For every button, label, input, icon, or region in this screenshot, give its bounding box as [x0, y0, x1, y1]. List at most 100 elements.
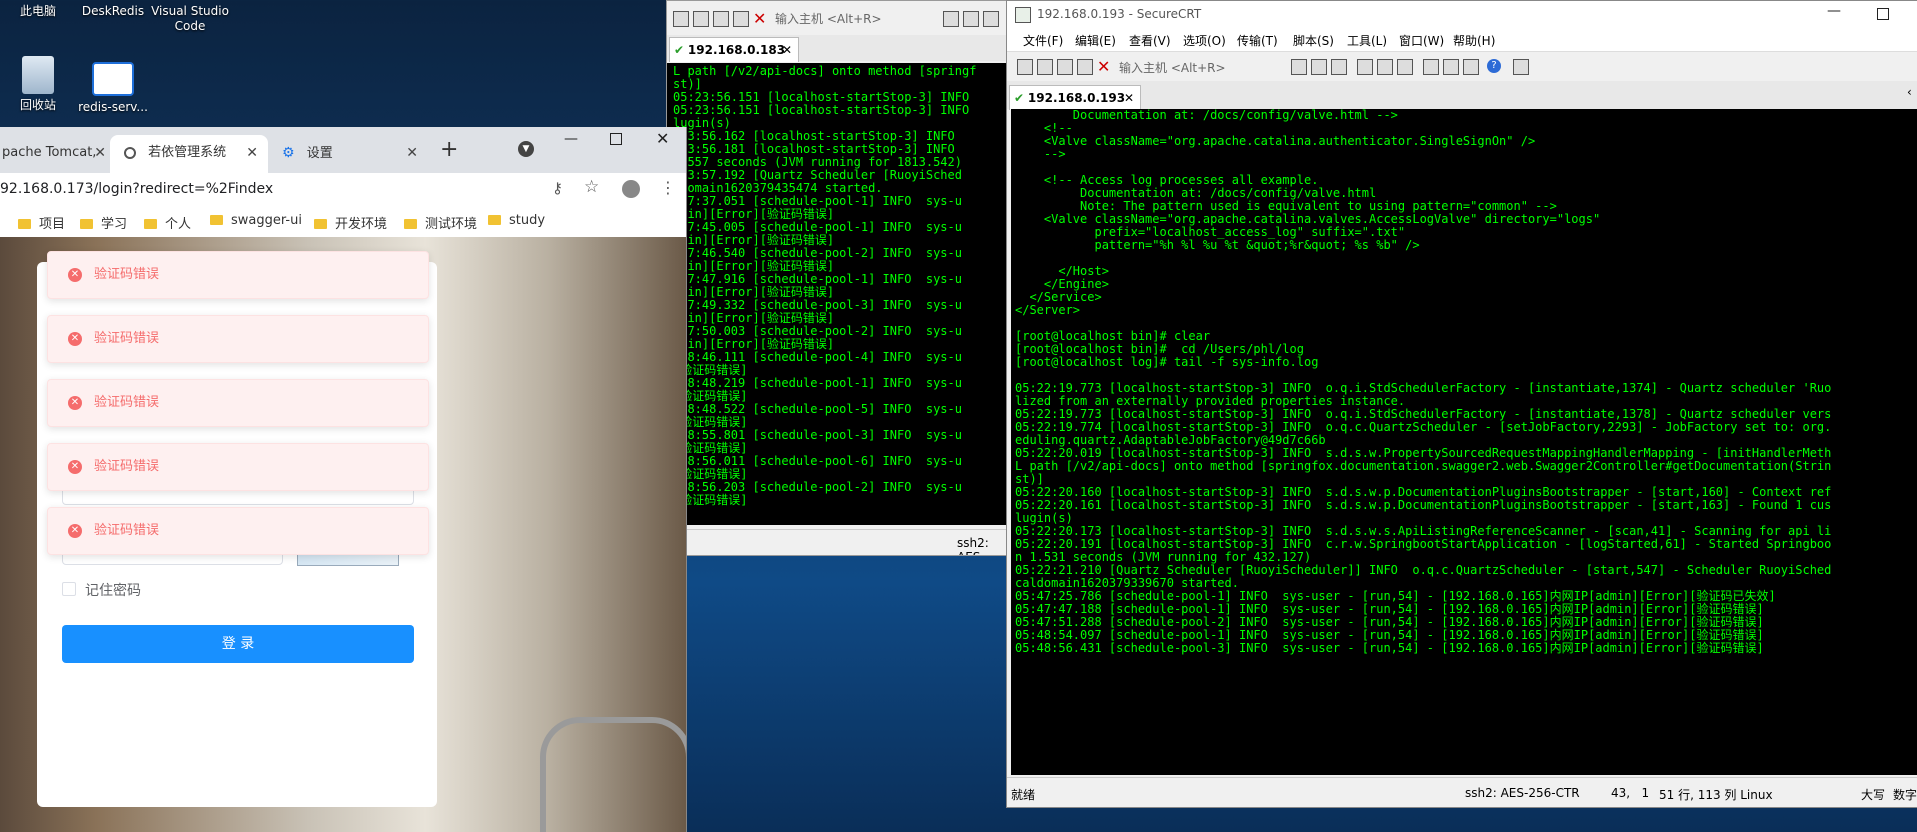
menu-transfer[interactable]: 传输(T)	[1237, 32, 1278, 49]
login-button[interactable]: 登 录	[62, 625, 414, 663]
host-input[interactable]: 输入主机 <Alt+R>	[775, 10, 882, 27]
terminal-line: pattern="%h %l %u %t &quot;%r&quot; %s %…	[1015, 238, 1420, 252]
tab-search-icon[interactable]: ▼	[518, 141, 534, 157]
find-icon[interactable]	[983, 11, 999, 27]
desktop-icon-recycle-bin[interactable]: 回收站	[3, 56, 73, 113]
error-notification[interactable]: ✕ 验证码错误	[47, 443, 429, 491]
terminal-line: 05:22:20.161 [localhost-startStop-3] INF…	[1015, 498, 1832, 512]
tab-close-icon[interactable]: ✕	[406, 135, 418, 171]
menu-file[interactable]: 文件(F)	[1023, 32, 1063, 49]
session-options-icon[interactable]	[1423, 59, 1439, 75]
menu-view[interactable]: 查看(V)	[1129, 32, 1171, 49]
error-notification[interactable]: ✕ 验证码错误	[47, 315, 429, 363]
reconnect-icon[interactable]	[1077, 59, 1093, 75]
folder-icon	[488, 215, 501, 225]
keymap-icon[interactable]	[1463, 59, 1479, 75]
desktop-icon-deskredis[interactable]: DeskRedis	[78, 4, 148, 19]
tab-scroll-left-icon[interactable]: ‹	[1907, 85, 1912, 99]
menu-tools[interactable]: 工具(L)	[1347, 32, 1387, 49]
copy-icon[interactable]	[943, 11, 959, 27]
bookmark-item[interactable]: study	[488, 213, 545, 228]
help-icon[interactable]: ?	[1487, 59, 1501, 73]
bookmark-star-icon[interactable]: ☆	[584, 177, 599, 197]
redis-server-icon	[92, 62, 134, 96]
tab-close-icon[interactable]: ✕	[782, 38, 792, 62]
menu-icon[interactable]: ⋮	[660, 178, 676, 197]
desktop-icon-redis-server[interactable]: redis-serv...	[78, 62, 148, 115]
tab-ruoyi[interactable]: 若依管理系统 ✕	[110, 135, 268, 173]
tab-close-icon[interactable]: ✕	[94, 135, 106, 171]
menu-help[interactable]: 帮助(H)	[1453, 32, 1495, 49]
securecrt-window-183[interactable]: ✕ 输入主机 <Alt+R> ✔ 192.168.0.183 ✕ L path …	[666, 0, 1014, 556]
error-notification[interactable]: ✕ 验证码错误	[47, 379, 429, 427]
paste-icon[interactable]	[963, 11, 979, 27]
bookmarks-bar: 项目 学习 个人 swagger-ui 开发环境 测试环境 study	[0, 207, 686, 238]
sftp-icon[interactable]	[1513, 59, 1529, 75]
status-num: 数字	[1893, 788, 1917, 802]
tab-label: 192.168.0.183	[687, 43, 786, 57]
find-icon[interactable]	[1331, 59, 1347, 75]
menu-window[interactable]: 窗口(W)	[1399, 32, 1444, 49]
minimize-icon[interactable]: —	[564, 131, 578, 147]
error-notification[interactable]: ✕ 验证码错误	[47, 251, 429, 299]
app-icon	[1015, 7, 1031, 23]
host-input[interactable]: 输入主机 <Alt+R>	[1119, 59, 1226, 76]
session-icon[interactable]	[1057, 59, 1073, 75]
url-input[interactable]: 92.168.0.173/login?redirect=%2Findex	[0, 181, 273, 197]
minimize-icon[interactable]: —	[1827, 3, 1841, 19]
title-bar: 192.168.0.193 - SecureCRT —	[1007, 1, 1917, 29]
bookmark-label: 测试环境	[425, 217, 478, 232]
bookmark-item[interactable]: 测试环境	[404, 213, 477, 232]
print-icon[interactable]	[1357, 59, 1373, 75]
global-options-icon[interactable]	[1443, 59, 1459, 75]
bookmark-item[interactable]: 学习	[80, 213, 127, 232]
close-icon[interactable]: ✕	[656, 129, 669, 148]
bookmark-item[interactable]: 个人	[144, 213, 191, 232]
bookmark-item[interactable]: 开发环境	[314, 213, 387, 232]
connect-icon[interactable]	[673, 11, 689, 27]
profile-avatar-icon[interactable]	[622, 180, 640, 198]
status-caps: 大写	[1861, 788, 1886, 802]
tab-192-168-0-183[interactable]: ✔ 192.168.0.183 ✕	[669, 37, 799, 62]
tab-close-icon[interactable]: ✕	[1124, 86, 1134, 110]
remember-label[interactable]: 记住密码	[85, 580, 141, 600]
bookmark-label: 学习	[101, 217, 128, 232]
remember-checkbox[interactable]	[62, 582, 76, 596]
reconnect-icon[interactable]	[733, 11, 749, 27]
terminal-output[interactable]: Documentation at: /docs/config/valve.htm…	[1011, 109, 1917, 775]
connect-icon[interactable]	[1017, 59, 1033, 75]
securecrt-window-193[interactable]: 192.168.0.193 - SecureCRT — 文件(F) 编辑(E) …	[1006, 0, 1917, 808]
tab-192-168-0-193[interactable]: ✔ 192.168.0.193 ✕	[1009, 85, 1141, 110]
menu-edit[interactable]: 编辑(E)	[1075, 32, 1116, 49]
disconnect-icon[interactable]: ✕	[1097, 57, 1110, 76]
terminal-line: <Valve className="org.apache.catalina.au…	[1015, 134, 1536, 148]
folder-icon	[210, 215, 223, 225]
terminal-output[interactable]: L path [/v2/api-docs] onto method [sprin…	[667, 63, 1013, 525]
quick-connect-icon[interactable]	[1037, 59, 1053, 75]
desktop-icon-vscode[interactable]: Visual Studio Code	[150, 4, 230, 34]
tab-label: pache Tomcat,	[2, 145, 97, 160]
error-notification[interactable]: ✕ 验证码错误	[47, 507, 429, 555]
menu-script[interactable]: 脚本(S)	[1293, 32, 1334, 49]
window-title: 192.168.0.193 - SecureCRT	[1037, 7, 1202, 21]
print-setup-icon[interactable]	[1397, 59, 1413, 75]
desktop-icon-this-pc[interactable]: 此电脑	[3, 4, 73, 19]
tab-close-icon[interactable]: ✕	[246, 135, 258, 171]
settings-icon[interactable]	[1377, 59, 1393, 75]
menu-options[interactable]: 选项(O)	[1183, 32, 1226, 49]
folder-icon	[18, 219, 31, 229]
quick-connect-icon[interactable]	[693, 11, 709, 27]
maximize-icon[interactable]	[1877, 8, 1889, 20]
chrome-window[interactable]: pache Tomcat, ✕ 若依管理系统 ✕ ⚙ 设置 ✕ + ▼ — ✕ …	[0, 127, 687, 832]
key-icon[interactable]: ⚷	[552, 179, 563, 197]
bookmark-item[interactable]: swagger-ui	[210, 213, 302, 228]
copy-icon[interactable]	[1291, 59, 1307, 75]
paste-icon[interactable]	[1311, 59, 1327, 75]
new-tab-button[interactable]: +	[440, 137, 458, 162]
tab-settings[interactable]: ⚙ 设置 ✕	[270, 135, 428, 173]
tab-tomcat[interactable]: pache Tomcat, ✕	[0, 135, 108, 173]
disconnect-icon[interactable]: ✕	[753, 9, 766, 28]
bookmark-item[interactable]: 项目	[18, 213, 65, 232]
session-icon[interactable]	[713, 11, 729, 27]
maximize-icon[interactable]	[610, 133, 622, 145]
